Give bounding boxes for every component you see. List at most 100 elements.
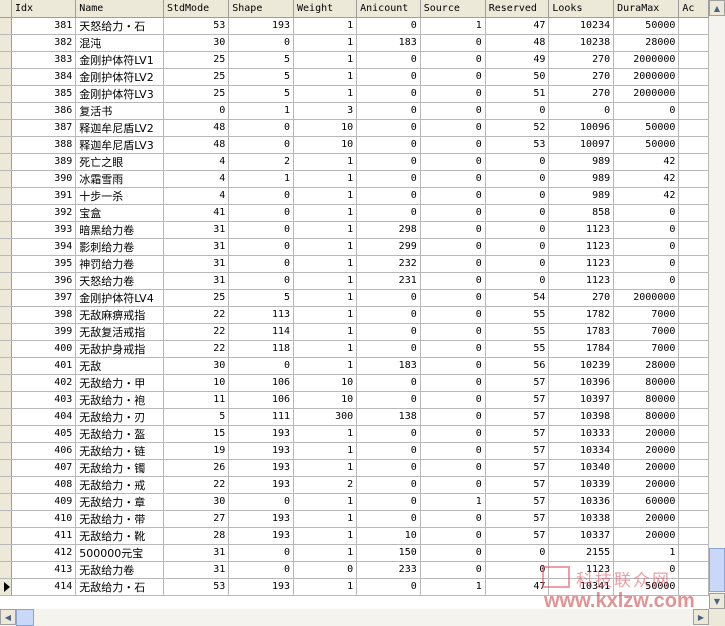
cell-idx[interactable]: 406 bbox=[11, 442, 77, 460]
cell-weight[interactable]: 1 bbox=[293, 527, 358, 545]
cell-anicount[interactable]: 0 bbox=[356, 119, 421, 137]
cell-weight[interactable]: 1 bbox=[293, 357, 358, 375]
cell-shape[interactable]: 114 bbox=[228, 323, 295, 341]
cell-reserved[interactable]: 57 bbox=[485, 476, 550, 494]
cell-reserved[interactable]: 51 bbox=[485, 85, 550, 103]
row-indicator[interactable] bbox=[0, 510, 12, 528]
cell-reserved[interactable]: 48 bbox=[485, 34, 550, 52]
cell-shape[interactable]: 0 bbox=[228, 357, 295, 375]
cell-source[interactable]: 0 bbox=[420, 272, 486, 290]
row-indicator[interactable] bbox=[0, 102, 12, 120]
cell-reserved[interactable]: 55 bbox=[485, 306, 550, 324]
cell-idx[interactable]: 413 bbox=[11, 561, 77, 579]
table-row[interactable]: 412 500000元宝 31 0 1 150 0 0 2155 1 bbox=[0, 544, 709, 562]
cell-reserved[interactable]: 47 bbox=[485, 17, 550, 35]
cell-source[interactable]: 0 bbox=[420, 306, 486, 324]
cell-source[interactable]: 0 bbox=[420, 442, 486, 460]
cell-idx[interactable]: 408 bbox=[11, 476, 77, 494]
cell-anicount[interactable]: 150 bbox=[356, 544, 421, 562]
cell-ac[interactable] bbox=[678, 17, 709, 35]
cell-name[interactable]: 无敌 bbox=[75, 357, 164, 375]
row-indicator[interactable] bbox=[0, 561, 12, 579]
cell-weight[interactable]: 10 bbox=[293, 136, 358, 154]
cell-weight[interactable]: 1 bbox=[293, 17, 358, 35]
cell-looks[interactable]: 1123 bbox=[548, 238, 615, 256]
table-row[interactable]: 408 无敌给力・戒 22 193 2 0 0 57 10339 20000 bbox=[0, 476, 709, 494]
cell-reserved[interactable]: 0 bbox=[485, 153, 550, 171]
cell-shape[interactable]: 0 bbox=[228, 255, 295, 273]
cell-anicount[interactable]: 0 bbox=[356, 442, 421, 460]
cell-duramax[interactable]: 0 bbox=[613, 272, 680, 290]
cell-shape[interactable]: 1 bbox=[228, 170, 295, 188]
cell-anicount[interactable]: 0 bbox=[356, 85, 421, 103]
row-indicator[interactable] bbox=[0, 221, 12, 239]
cell-stdmode[interactable]: 22 bbox=[163, 306, 230, 324]
cell-ac[interactable] bbox=[678, 357, 709, 375]
cell-ac[interactable] bbox=[678, 391, 709, 409]
cell-looks[interactable]: 10097 bbox=[548, 136, 615, 154]
cell-stdmode[interactable]: 31 bbox=[163, 238, 230, 256]
table-row[interactable]: 404 无敌给力・刃 5 111 300 138 0 57 10398 80000 bbox=[0, 408, 709, 426]
cell-name[interactable]: 冰霜雪雨 bbox=[75, 170, 164, 188]
cell-weight[interactable]: 1 bbox=[293, 34, 358, 52]
cell-shape[interactable]: 0 bbox=[228, 272, 295, 290]
cell-weight[interactable]: 1 bbox=[293, 204, 358, 222]
row-indicator[interactable] bbox=[0, 153, 12, 171]
cell-stdmode[interactable]: 53 bbox=[163, 17, 230, 35]
row-indicator[interactable] bbox=[0, 442, 12, 460]
column-header-name[interactable]: Name bbox=[75, 0, 164, 18]
row-indicator[interactable] bbox=[0, 527, 12, 545]
cell-name[interactable]: 无敌给力・袍 bbox=[75, 391, 164, 409]
cell-stdmode[interactable]: 15 bbox=[163, 425, 230, 443]
cell-ac[interactable] bbox=[678, 136, 709, 154]
cell-anicount[interactable]: 232 bbox=[356, 255, 421, 273]
cell-weight[interactable]: 1 bbox=[293, 442, 358, 460]
table-row[interactable]: 393 暗黑给力卷 31 0 1 298 0 0 1123 0 bbox=[0, 221, 709, 239]
table-row[interactable]: 409 无敌给力・章 30 0 1 0 1 57 10336 60000 bbox=[0, 493, 709, 511]
cell-anicount[interactable]: 0 bbox=[356, 170, 421, 188]
table-row[interactable]: 405 无敌给力・盔 15 193 1 0 0 57 10333 20000 bbox=[0, 425, 709, 443]
table-row[interactable]: 396 天怒给力卷 31 0 1 231 0 0 1123 0 bbox=[0, 272, 709, 290]
cell-ac[interactable] bbox=[678, 85, 709, 103]
column-header-stdmode[interactable]: StdMode bbox=[163, 0, 230, 18]
row-indicator[interactable] bbox=[0, 272, 12, 290]
table-row[interactable]: 397 金刚护体符LV4 25 5 1 0 0 54 270 2000000 bbox=[0, 289, 709, 307]
cell-looks[interactable]: 270 bbox=[548, 289, 615, 307]
cell-shape[interactable]: 0 bbox=[228, 187, 295, 205]
cell-ac[interactable] bbox=[678, 544, 709, 562]
cell-shape[interactable]: 193 bbox=[228, 527, 295, 545]
cell-duramax[interactable]: 2000000 bbox=[613, 85, 680, 103]
data-grid[interactable]: Idx Name StdMode Shape Weight Anicount S… bbox=[0, 0, 709, 609]
column-header-ac[interactable]: Ac bbox=[678, 0, 709, 18]
cell-reserved[interactable]: 0 bbox=[485, 221, 550, 239]
cell-ac[interactable] bbox=[678, 476, 709, 494]
cell-name[interactable]: 十步一杀 bbox=[75, 187, 164, 205]
table-row[interactable]: 411 无敌给力・靴 28 193 1 10 0 57 10337 20000 bbox=[0, 527, 709, 545]
cell-shape[interactable]: 0 bbox=[228, 221, 295, 239]
cell-looks[interactable]: 1782 bbox=[548, 306, 615, 324]
row-indicator[interactable] bbox=[0, 119, 12, 137]
row-indicator[interactable] bbox=[0, 544, 12, 562]
cell-reserved[interactable]: 57 bbox=[485, 493, 550, 511]
cell-name[interactable]: 金刚护体符LV1 bbox=[75, 51, 164, 69]
cell-anicount[interactable]: 0 bbox=[356, 102, 421, 120]
cell-stdmode[interactable]: 0 bbox=[163, 102, 230, 120]
cell-source[interactable]: 1 bbox=[420, 493, 486, 511]
row-indicator[interactable] bbox=[0, 289, 12, 307]
cell-anicount[interactable]: 298 bbox=[356, 221, 421, 239]
cell-anicount[interactable]: 0 bbox=[356, 136, 421, 154]
cell-anicount[interactable]: 0 bbox=[356, 204, 421, 222]
cell-stdmode[interactable]: 30 bbox=[163, 357, 230, 375]
cell-duramax[interactable]: 20000 bbox=[613, 527, 680, 545]
cell-ac[interactable] bbox=[678, 170, 709, 188]
cell-reserved[interactable]: 57 bbox=[485, 374, 550, 392]
cell-stdmode[interactable]: 4 bbox=[163, 187, 230, 205]
cell-looks[interactable]: 10096 bbox=[548, 119, 615, 137]
cell-source[interactable]: 0 bbox=[420, 85, 486, 103]
cell-duramax[interactable]: 0 bbox=[613, 255, 680, 273]
cell-duramax[interactable]: 42 bbox=[613, 153, 680, 171]
cell-stdmode[interactable]: 48 bbox=[163, 136, 230, 154]
cell-looks[interactable]: 10334 bbox=[548, 442, 615, 460]
cell-ac[interactable] bbox=[678, 272, 709, 290]
cell-idx[interactable]: 384 bbox=[11, 68, 77, 86]
